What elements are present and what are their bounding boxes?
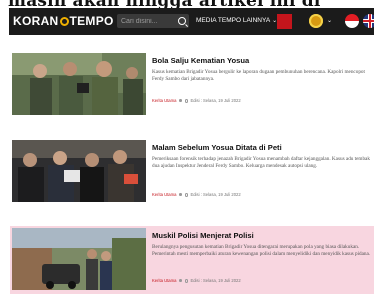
article-author[interactable]: Kerita Utama — [152, 98, 176, 103]
logo-koran: KORAN — [13, 14, 59, 28]
clock-icon — [184, 279, 189, 283]
media-tempo-label: MEDIA TEMPO LAINNYA — [196, 17, 271, 24]
bullet-icon — [179, 99, 182, 102]
clock-icon — [184, 193, 189, 197]
article-meta: Kerita Utama Edisi : Selasa, 19 Juli 2022 — [152, 278, 241, 283]
article-excerpt: Berulangnya pengusutan kematian Brigadir… — [152, 244, 371, 258]
account-chevron-icon[interactable]: ⌄ — [327, 17, 332, 24]
article-date: Edisi : Selasa, 19 Juli 2022 — [190, 98, 241, 103]
koran-tempo-logo[interactable]: KORAN TEMPO — [13, 14, 114, 28]
user-emblem-icon[interactable] — [309, 14, 323, 28]
article-author[interactable]: Kerita Utama — [152, 278, 176, 283]
article-excerpt: Kasus kematian Brigadir Yosua bergulir k… — [152, 69, 365, 83]
bullet-icon — [179, 193, 182, 196]
search-input[interactable] — [121, 15, 173, 27]
clock-icon — [184, 99, 189, 103]
article-title[interactable]: Muskil Polisi Menjerat Polisi — [152, 231, 254, 240]
logo-tempo: TEMPO — [69, 14, 114, 28]
article-photo[interactable] — [12, 228, 146, 290]
article-title[interactable]: Malam Sebelum Yosua Ditata di Peti — [152, 143, 282, 152]
bullet-icon — [179, 279, 182, 282]
indonesia-flag-icon[interactable] — [345, 14, 359, 28]
article-meta: Kerita Utama Edisi : Selasa, 19 Juli 2022 — [152, 192, 241, 197]
article-card[interactable]: Malam Sebelum Yosua Ditata di Peti Pemer… — [12, 140, 374, 206]
article-photo[interactable] — [12, 140, 146, 202]
article-author[interactable]: Kerita Utama — [152, 192, 176, 197]
uk-flag-icon[interactable] — [363, 14, 374, 28]
article-date: Edisi : Selasa, 19 Juli 2022 — [190, 192, 241, 197]
media-tempo-menu[interactable]: MEDIA TEMPO LAINNYA ⌄ — [196, 17, 277, 24]
article-card-highlighted[interactable]: Muskil Polisi Menjerat Polisi Berulangny… — [10, 226, 374, 294]
article-title[interactable]: Bola Salju Kematian Yosua — [152, 56, 249, 65]
article-meta: Kerita Utama Edisi : Selasa, 19 Juli 2022 — [152, 98, 241, 103]
subscribe-icon[interactable] — [277, 14, 292, 29]
search-box — [117, 14, 189, 28]
article-excerpt: Pemeriksaan forensik terhadap jenazah Br… — [152, 156, 370, 170]
logo-ring-icon — [59, 17, 69, 26]
article-photo[interactable] — [12, 53, 146, 115]
article-date: Edisi : Selasa, 19 Juli 2022 — [190, 278, 241, 283]
article-card[interactable]: Bola Salju Kematian Yosua Kasus kematian… — [12, 53, 374, 119]
top-navbar: KORAN TEMPO MEDIA TEMPO LAINNYA⌄ ⌄ — [9, 8, 374, 35]
search-icon[interactable] — [178, 17, 186, 25]
